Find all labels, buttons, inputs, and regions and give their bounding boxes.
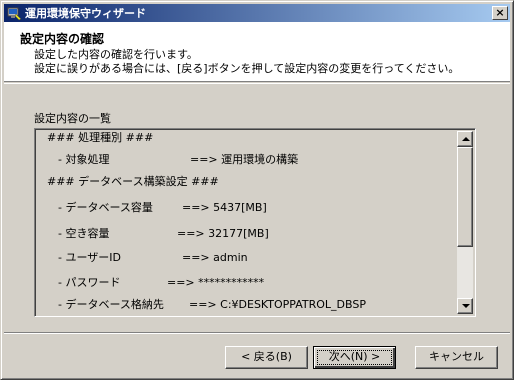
wizard-window: 運用環境保守ウィザード × 設定内容の確認 設定した内容の確認を行います。 設定… — [0, 0, 514, 380]
wizard-header: 設定内容の確認 設定した内容の確認を行います。 設定に誤りがある場合には、[戻る… — [4, 22, 510, 82]
list-item-key: - 対象処理 — [47, 153, 110, 166]
focus-rect — [317, 350, 392, 365]
arrow-down-icon — [462, 304, 470, 308]
list-item-key: - データベース容量 — [47, 201, 153, 214]
close-button[interactable]: × — [492, 6, 508, 20]
list-item-value: ==> 運用環境の構築 — [190, 153, 299, 166]
settings-list[interactable]: ### 処理種別 ### - 対象処理 ==> 運用環境の構築 ### データベ… — [34, 128, 476, 317]
list-item-key: - 空き容量 — [47, 227, 110, 240]
list-item-key: - ユーザーID — [47, 251, 121, 264]
cancel-button[interactable]: キャンセル — [415, 346, 498, 369]
list-item-value: ==> 5437[MB] — [182, 201, 267, 214]
list-item-value: ==> 32177[MB] — [177, 227, 269, 240]
scroll-down-button[interactable] — [457, 298, 473, 314]
list-item-value: ==> admin — [182, 251, 248, 264]
vertical-scrollbar[interactable] — [457, 131, 473, 314]
arrow-up-icon — [462, 137, 470, 141]
settings-list-content: ### 処理種別 ### - 対象処理 ==> 運用環境の構築 ### データベ… — [37, 131, 457, 314]
list-item-key: ### データベース構築設定 ### — [47, 175, 219, 188]
window-title: 運用環境保守ウィザード — [25, 7, 146, 20]
list-item-key: - パスワード — [47, 276, 121, 289]
app-icon — [6, 5, 22, 21]
header-description-line2: 設定に誤りがある場合には、[戻る]ボタンを押して設定内容の変更を行ってください。 — [34, 62, 460, 75]
list-item-key: - データベース格納先 — [47, 298, 164, 311]
next-button[interactable]: 次へ(N) > — [313, 346, 396, 369]
title-bar[interactable]: 運用環境保守ウィザード × — [4, 4, 510, 22]
header-divider — [4, 83, 510, 84]
page-title: 設定内容の確認 — [20, 32, 105, 46]
list-item-value: ==> ************ — [167, 276, 265, 289]
settings-list-label: 設定内容の一覧 — [34, 112, 111, 125]
list-item-key: ### 処理種別 ### — [47, 131, 154, 144]
back-button[interactable]: < 戻る(B) — [225, 346, 308, 369]
scrollbar-thumb[interactable] — [457, 147, 473, 247]
footer-divider — [4, 332, 510, 334]
list-item-value: ==> C:¥DESKTOPPATROL_DBSP — [189, 298, 366, 311]
scroll-up-button[interactable] — [457, 131, 473, 147]
